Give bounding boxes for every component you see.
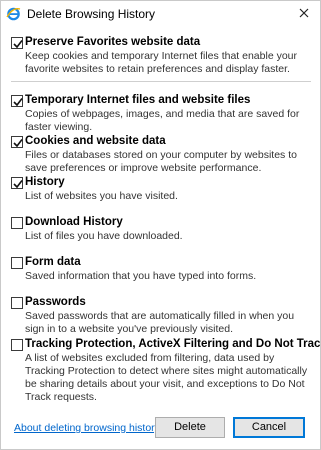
checkbox-download-history[interactable] [11,217,23,229]
checkbox-history[interactable] [11,177,23,189]
checkmark-icon [13,139,23,148]
checkbox-form-data[interactable] [11,257,23,269]
cancel-button[interactable]: Cancel [233,417,305,438]
option-description: List of websites you have visited. [25,190,178,202]
window-title: Delete Browsing History [27,7,156,21]
option-title[interactable]: History [25,176,65,188]
option-description: Copies of webpages, images, and media th… [25,108,300,133]
option-title[interactable]: Passwords [25,296,86,308]
checkmark-icon [13,40,23,49]
option-title[interactable]: Cookies and website data [25,135,166,147]
delete-browsing-history-dialog: Delete Browsing History Preserve Favorit… [0,0,321,450]
checkmark-icon [13,180,23,189]
checkmark-icon [13,98,23,107]
checkbox-cookies[interactable] [11,136,23,148]
close-icon [299,8,309,18]
option-title[interactable]: Form data [25,256,81,268]
divider [11,81,311,82]
checkbox-tracking-protection[interactable] [11,339,23,351]
option-title[interactable]: Tracking Protection, ActiveX Filtering a… [25,338,321,350]
checkbox-preserve-favorites[interactable] [11,37,23,49]
option-description: Saved information that you have typed in… [25,270,257,282]
checkbox-passwords[interactable] [11,297,23,309]
title-bar: Delete Browsing History [1,1,320,27]
option-title[interactable]: Download History [25,216,123,228]
delete-button[interactable]: Delete [155,417,225,438]
option-description: Files or databases stored on your comput… [25,149,297,174]
about-deleting-history-link[interactable]: About deleting browsing history [14,422,160,434]
option-description: Saved passwords that are automatically f… [25,310,295,335]
option-description: A list of websites excluded from filteri… [25,352,308,403]
option-description: List of files you have downloaded. [25,230,183,242]
option-description: Keep cookies and temporary Internet file… [25,50,297,75]
ie-icon [6,6,21,21]
close-button[interactable] [296,5,312,21]
option-title[interactable]: Preserve Favorites website data [25,36,200,48]
option-title[interactable]: Temporary Internet files and website fil… [25,94,250,106]
checkbox-temporary-internet-files[interactable] [11,95,23,107]
